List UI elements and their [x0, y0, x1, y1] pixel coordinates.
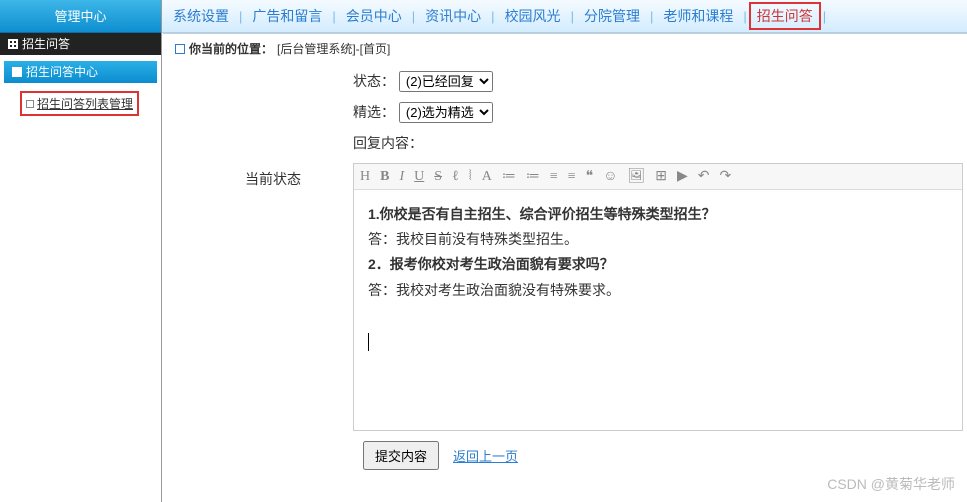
sidebar-title: 管理中心: [0, 0, 161, 33]
nav-separator: |: [410, 9, 417, 24]
editor-content[interactable]: 1.你校是否有自主招生、综合评价招生等特殊类型招生？ 答：我校目前没有特殊类型招…: [354, 190, 962, 430]
sidebar-item-link[interactable]: 招生问答列表管理: [37, 95, 133, 112]
q1: 1.你校是否有自主招生、综合评价招生等特殊类型招生？: [368, 206, 716, 222]
watermark: CSDN @黄菊华老师: [827, 474, 955, 494]
doc-icon: [26, 100, 34, 108]
breadcrumb-prefix: 你当前的位置：: [189, 40, 273, 57]
unlink-icon[interactable]: ⦚: [469, 169, 472, 185]
form: 状态： (2)已经回复 精选： (2)选为精选 回复内容： 当前状态 HBIUS…: [193, 71, 967, 470]
breadcrumb-icon: [175, 44, 185, 54]
heading-icon[interactable]: H: [360, 169, 370, 185]
nav-separator: |: [569, 9, 576, 24]
a2: 答：我校对考生政治面貌没有特殊要求。: [368, 278, 948, 303]
main-area: 你当前的位置： [后台管理系统]-[首页] 状态： (2)已经回复 精选： (2…: [163, 33, 967, 502]
bold-icon[interactable]: B: [380, 169, 389, 185]
quote-icon[interactable]: ❝: [586, 168, 594, 185]
image-icon[interactable]: 🖼: [628, 168, 646, 185]
status-label: 状态：: [353, 73, 395, 89]
featured-label: 精选：: [353, 104, 395, 120]
table-icon[interactable]: ⊞: [655, 168, 667, 185]
nav-广告和留言[interactable]: 广告和留言: [244, 2, 330, 30]
current-status-label: 当前状态: [193, 163, 353, 189]
doc-icon: [12, 67, 22, 77]
nav-老师和课程[interactable]: 老师和课程: [655, 2, 741, 30]
breadcrumb: 你当前的位置： [后台管理系统]-[首页]: [163, 34, 967, 63]
empty-label: [193, 71, 353, 77]
nav-separator: |: [648, 9, 655, 24]
nav-separator: |: [489, 9, 496, 24]
list-ul-icon[interactable]: ≔: [502, 168, 516, 185]
nav-系统设置[interactable]: 系统设置: [165, 2, 237, 30]
emoji-icon[interactable]: ☺: [603, 169, 617, 185]
grid-icon: [8, 39, 18, 49]
q2: 2．报考你校对考生政治面貌有要求吗？: [368, 256, 614, 272]
sidebar-section-label: 招生问答: [22, 33, 70, 55]
editor-toolbar: HBIUSℓ ⦚ A ≔ ≔ ≡ ≡ ❝ ☺ 🖼 ⊞ ▶ ↶ ↷: [354, 164, 962, 190]
strike-icon[interactable]: S: [434, 169, 442, 185]
empty-label: [193, 102, 353, 108]
color-icon[interactable]: A: [482, 169, 492, 185]
back-link[interactable]: 返回上一页: [453, 446, 518, 465]
nav-separator: |: [330, 9, 337, 24]
sidebar-item-qa-list[interactable]: 招生问答列表管理: [20, 91, 139, 116]
nav-分院管理[interactable]: 分院管理: [576, 2, 648, 30]
italic-icon[interactable]: I: [399, 169, 404, 185]
sidebar-section[interactable]: 招生问答: [0, 33, 161, 55]
nav-校园风光[interactable]: 校园风光: [497, 2, 569, 30]
link-icon[interactable]: ℓ: [452, 169, 459, 185]
list-ol-icon[interactable]: ≔: [526, 168, 540, 185]
sidebar: 管理中心 招生问答 招生问答中心 招生问答列表管理: [0, 0, 162, 502]
rich-editor: HBIUSℓ ⦚ A ≔ ≔ ≡ ≡ ❝ ☺ 🖼 ⊞ ▶ ↶ ↷ 1.你校是否有自主招生、综合评价招生等特…: [353, 163, 963, 431]
sidebar-center-label: 招生问答中心: [26, 61, 98, 83]
nav-separator: |: [741, 9, 748, 24]
empty-label: [193, 133, 353, 139]
form-actions: 提交内容 返回上一页: [193, 441, 967, 470]
nav-招生问答[interactable]: 招生问答: [749, 2, 821, 30]
text-cursor: [368, 333, 369, 351]
nav-separator: |: [821, 9, 828, 24]
underline-icon[interactable]: U: [414, 169, 424, 185]
video-icon[interactable]: ▶: [677, 168, 688, 185]
redo-icon[interactable]: ↷: [720, 168, 732, 185]
reply-label: 回复内容：: [353, 133, 967, 153]
undo-icon[interactable]: ↶: [698, 168, 710, 185]
nav-会员中心[interactable]: 会员中心: [338, 2, 410, 30]
align-left-icon[interactable]: ≡: [550, 169, 558, 185]
nav-separator: |: [237, 9, 244, 24]
submit-button[interactable]: 提交内容: [363, 441, 439, 470]
align-center-icon[interactable]: ≡: [568, 169, 576, 185]
breadcrumb-path: [后台管理系统]-[首页]: [277, 40, 390, 57]
nav-资讯中心[interactable]: 资讯中心: [417, 2, 489, 30]
featured-select[interactable]: (2)选为精选: [399, 102, 493, 123]
status-select[interactable]: (2)已经回复: [399, 71, 493, 92]
sidebar-center[interactable]: 招生问答中心: [4, 61, 157, 83]
a1: 答：我校目前没有特殊类型招生。: [368, 227, 948, 252]
